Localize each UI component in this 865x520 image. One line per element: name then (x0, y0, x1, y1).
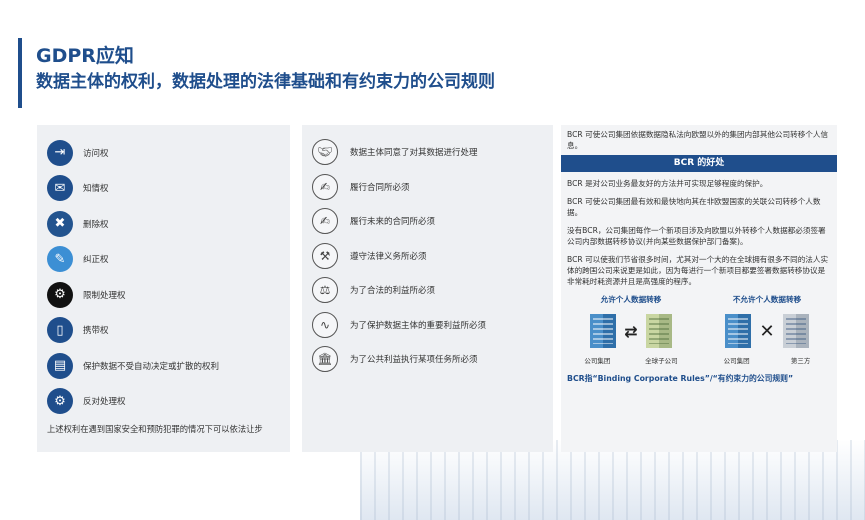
contract-icon: ✍ (312, 173, 338, 200)
not-allowed-left-caption: 公司集团 (723, 357, 750, 365)
allowed-transfer: 允许个人数据转移 ⇄ 公司集团 全球子公司 (567, 294, 695, 365)
subsidiary-building-icon (645, 314, 672, 348)
bcr-panel: BCR 可使公司集团依据数据隐私法向欧盟以外的集团内部其他公司转移个人信息。 B… (561, 125, 837, 452)
bcr-intro: BCR 可使公司集团依据数据隐私法向欧盟以外的集团内部其他公司转移个人信息。 (567, 130, 829, 150)
rights-item-label: 访问权 (83, 148, 109, 159)
legal-basis-item: ∿ 为了保护数据主体的重要利益所必须 (312, 308, 543, 343)
allowed-right-caption: 全球子公司 (645, 357, 678, 365)
gear-lock-icon: ⚙ (47, 388, 73, 415)
bcr-footer: BCR指“Binding Corporate Rules”/“有约束力的公司规则… (567, 374, 794, 383)
legal-basis-label: 履行未来的合同所必须 (350, 217, 436, 228)
rights-item: ✖ 删除权 (47, 206, 280, 242)
chat-bubble-icon: ✉ (47, 175, 73, 202)
legal-basis-label: 履行合同所必须 (350, 182, 410, 193)
rights-item-label: 保护数据不受自动决定或扩散的权利 (83, 361, 220, 372)
page-title: GDPR应知 (36, 45, 134, 67)
not-allowed-transfer-title: 不允许个人数据转移 (732, 295, 802, 304)
handshake-icon: 🤝︎ (312, 139, 338, 166)
allowed-left-caption: 公司集团 (584, 357, 611, 365)
third-party-building-icon (782, 314, 809, 348)
legal-basis-item: ✍ 履行合同所必须 (312, 170, 543, 205)
legal-basis-item: ✍ 履行未来的合同所必须 (312, 204, 543, 239)
document-edit-icon: ✎ (47, 246, 73, 273)
not-allowed-right-caption: 第三方 (790, 357, 811, 365)
rights-item-label: 限制处理权 (83, 290, 126, 301)
allowed-transfer-title: 允许个人数据转移 (600, 295, 662, 304)
rights-item: ▯ 携带权 (47, 313, 280, 349)
rights-panel: ⇥ 访问权 ✉ 知情权 ✖ 删除权 ✎ 纠正权 ⚙ 限制处理权 ▯ 携带权 ▤ … (37, 125, 290, 452)
legal-basis-item: 🏛︎ 为了公共利益执行某项任务所必须 (312, 342, 543, 377)
pulse-icon: ∿ (312, 311, 338, 338)
legal-basis-label: 为了公共利益执行某项任务所必须 (350, 355, 478, 366)
page-subtitle: 数据主体的权利，数据处理的法律基础和有约束力的公司规则 (36, 72, 495, 92)
rights-item-label: 知情权 (83, 184, 109, 195)
bcr-benefit-paragraph: BCR 可以使我们节省很多时间，尤其对一个大的在全球拥有很多不同的法人实体的跨国… (567, 255, 829, 286)
door-exit-icon: ⇥ (47, 139, 73, 166)
rights-item: ✉ 知情权 (47, 171, 280, 207)
scales-icon: ⚖ (312, 277, 338, 304)
bcr-benefits-header: BCR 的好处 (561, 155, 837, 172)
legal-basis-label: 遵守法律义务所必须 (350, 251, 427, 262)
contract-future-icon: ✍ (312, 208, 338, 235)
bidirectional-arrow-icon: ⇄ (624, 321, 638, 341)
bcr-benefit-paragraph: 没有BCR，公司集团每作一个新项目涉及向欧盟以外转移个人数据都必须签署公司内部数… (567, 226, 826, 246)
rights-item: ⚙ 反对处理权 (47, 384, 280, 420)
bcr-benefit-paragraph: BCR 是对公司业务最友好的方法并可实现足够程度的保护。 (567, 179, 768, 188)
rights-item-label: 删除权 (83, 219, 109, 230)
legal-basis-label: 数据主体同意了对其数据进行处理 (350, 148, 478, 159)
rights-item: ▤ 保护数据不受自动决定或扩散的权利 (47, 348, 280, 384)
rights-item: ⚙ 限制处理权 (47, 277, 280, 313)
legal-basis-label: 为了合法的利益所必须 (350, 286, 436, 297)
rights-item: ⇥ 访问权 (47, 135, 280, 171)
company-group-building-icon (590, 314, 617, 348)
rights-item-label: 携带权 (83, 326, 109, 337)
delete-x-icon: ✖ (47, 210, 73, 237)
id-card-icon: ▤ (47, 352, 73, 379)
legal-basis-item: 🤝︎ 数据主体同意了对其数据进行处理 (312, 135, 543, 170)
rights-item-label: 反对处理权 (83, 397, 126, 408)
bcr-benefit-paragraph: BCR 可使公司集团最有效和最快地向其在非欧盟国家的关联公司转移个人数据。 (567, 197, 821, 217)
gear-restrict-icon: ⚙ (47, 281, 73, 308)
rights-note: 上述权利在遇到国家安全和预防犯罪的情况下可以依法让步 (47, 424, 263, 434)
rights-item: ✎ 纠正权 (47, 242, 280, 278)
mobile-transfer-icon: ▯ (47, 317, 73, 344)
title-block: GDPR应知 数据主体的权利，数据处理的法律基础和有约束力的公司规则 (36, 44, 495, 94)
government-building-icon: 🏛︎ (312, 346, 338, 373)
blocked-x-icon: ✕ (759, 320, 775, 342)
legal-bases-panel: 🤝︎ 数据主体同意了对其数据进行处理 ✍ 履行合同所必须 ✍ 履行未来的合同所必… (302, 125, 553, 452)
gavel-icon: ⚒ (312, 242, 338, 269)
transfer-diagram: 允许个人数据转移 ⇄ 公司集团 全球子公司 不允许个人数据转移 ✕ 公司集团 第… (567, 294, 831, 365)
legal-basis-label: 为了保护数据主体的重要利益所必须 (350, 320, 487, 331)
rights-item-label: 纠正权 (83, 255, 109, 266)
title-accent-bar (18, 38, 22, 108)
legal-basis-item: ⚖ 为了合法的利益所必须 (312, 273, 543, 308)
company-group-building-icon (725, 314, 752, 348)
background-decoration (360, 440, 865, 520)
legal-basis-item: ⚒ 遵守法律义务所必须 (312, 239, 543, 274)
not-allowed-transfer: 不允许个人数据转移 ✕ 公司集团 第三方 (703, 294, 831, 365)
